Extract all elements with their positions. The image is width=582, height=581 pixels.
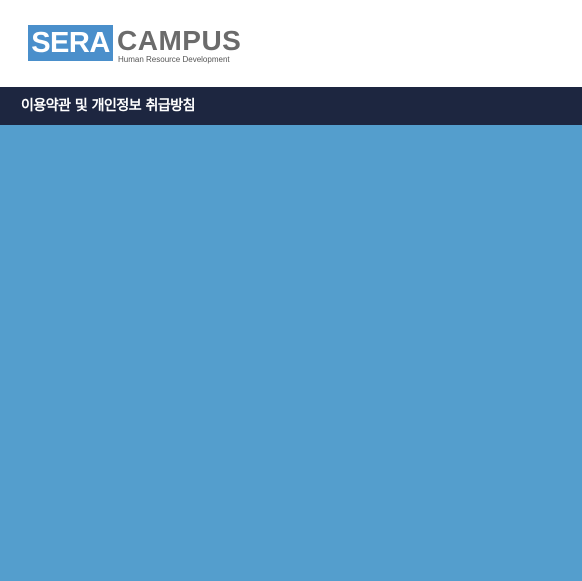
logo-mark: SERA	[28, 25, 113, 61]
logo-wordmark: CAMPUS	[117, 25, 242, 56]
header: SERA CAMPUS Human Resource Development	[0, 0, 582, 87]
page-title: 이용약관 및 개인정보 취급방침	[21, 98, 196, 114]
content-area	[0, 125, 582, 581]
page: SERA CAMPUS Human Resource Development 이…	[0, 0, 582, 581]
title-bar: 이용약관 및 개인정보 취급방침	[0, 87, 582, 125]
logo-tagline: Human Resource Development	[118, 55, 230, 64]
logo-text: CAMPUS Human Resource Development	[117, 25, 242, 65]
sera-campus-logo[interactable]: SERA CAMPUS Human Resource Development	[28, 25, 241, 64]
